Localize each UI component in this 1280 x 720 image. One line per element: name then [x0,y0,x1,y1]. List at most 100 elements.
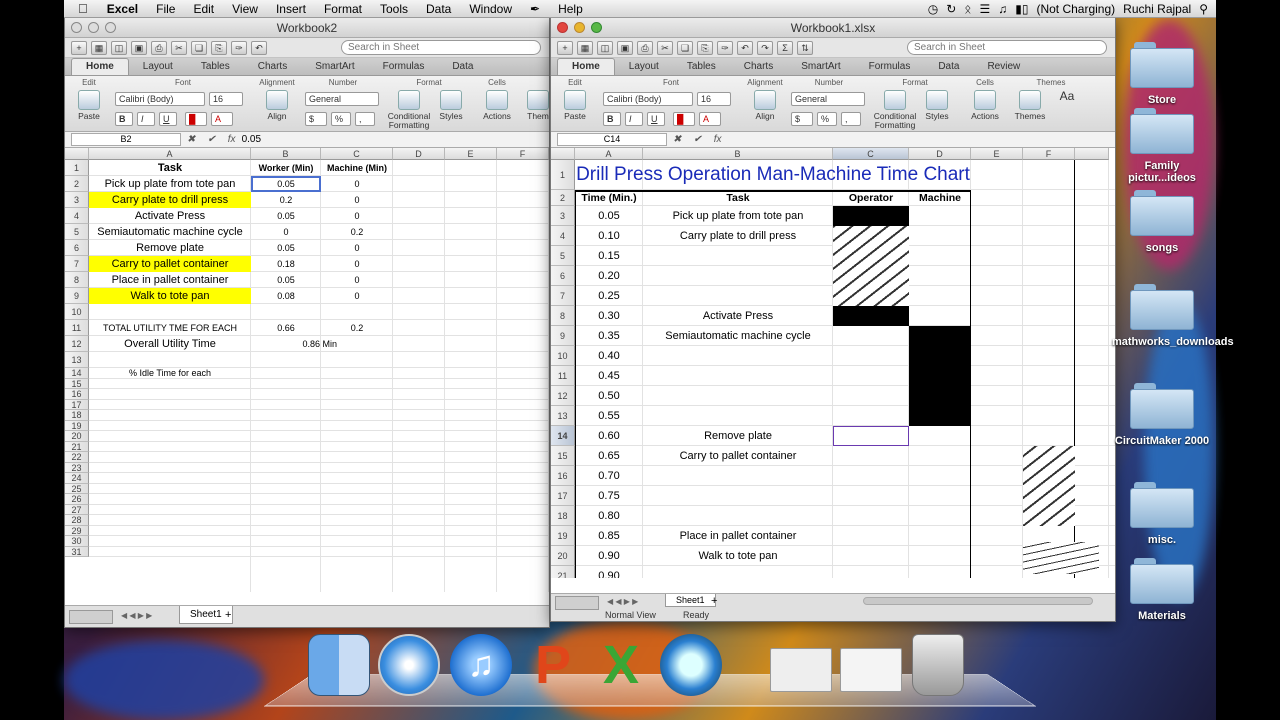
cell-task[interactable]: Remove plate [89,240,251,256]
script-menu-icon[interactable]: ✒ [521,2,549,16]
excel-icon[interactable]: X [590,634,652,696]
cell-total-label[interactable]: TOTAL UTILITY TME FOR EACH [89,320,251,336]
row-header[interactable]: 29 [65,525,89,536]
close-button[interactable] [557,22,568,33]
fx-icon[interactable]: fx [714,134,722,145]
time-cell[interactable]: 0.20 [575,266,643,286]
row-header[interactable]: 20 [65,431,89,442]
time-cell[interactable]: 0.40 [575,346,643,366]
tab-formulas[interactable]: Formulas [369,59,439,75]
column-header[interactable]: C [833,148,909,160]
view-buttons[interactable] [69,610,113,624]
accounting-icon[interactable]: $ [791,112,813,126]
time-cell[interactable]: 0.80 [575,506,643,526]
column-header[interactable]: E [445,148,497,160]
workbook-window-thumbnail[interactable] [770,648,832,692]
row-header[interactable]: 6 [65,240,89,256]
row-header[interactable]: 14 [551,426,575,446]
row-header[interactable]: 7 [65,256,89,272]
time-machine-icon[interactable]: ◷ [928,2,938,16]
task-cell[interactable]: Remove plate [643,426,833,446]
row-header[interactable]: 5 [65,224,89,240]
save-icon[interactable]: ▣ [131,40,147,55]
row-header[interactable]: 26 [65,494,89,505]
row-header[interactable]: 15 [551,446,575,466]
row-header[interactable]: 21 [551,566,575,578]
cell-machine-header[interactable]: Machine (Min) [321,160,393,176]
desktop-folder-icon[interactable] [1130,482,1194,530]
cell-task[interactable]: Place in pallet container [89,272,251,288]
tab-smartart[interactable]: SmartArt [787,59,854,75]
underline-button[interactable]: U [159,112,177,126]
cell-task[interactable]: Pick up plate from tote pan [89,176,251,192]
row-header[interactable]: 19 [551,526,575,546]
row-header[interactable]: 14 [65,368,89,379]
font-size-select[interactable]: 16 [209,92,243,106]
row-header[interactable]: 1 [65,160,89,176]
desktop-folder-icon[interactable] [1130,383,1194,431]
cell-machine-min[interactable]: 0 [321,288,393,304]
desktop-folder-label[interactable]: Materials [1112,610,1212,622]
view-buttons[interactable] [555,596,599,610]
tab-tables[interactable]: Tables [673,59,730,75]
apple-menu-icon[interactable]:  [64,1,98,16]
row-header[interactable]: 9 [551,326,575,346]
autosum-icon[interactable]: Σ [777,40,793,55]
conditional-formatting-button[interactable]: Conditional Formatting [873,90,917,130]
formula-input[interactable]: 0.05 [242,134,261,145]
task-cell[interactable]: Carry plate to drill press [643,226,833,246]
actions-button[interactable]: Actions [967,90,1003,121]
tab-charts[interactable]: Charts [244,59,301,75]
cell-worker-min[interactable]: 0 [251,224,321,240]
tab-formulas[interactable]: Formulas [855,59,925,75]
row-header[interactable]: 19 [65,420,89,431]
sheet-nav-icon[interactable]: ◀ ◀ ▶ ▶ [607,597,638,606]
row-header[interactable]: 4 [551,226,575,246]
column-header[interactable]: D [393,148,445,160]
minimize-button[interactable] [574,22,585,33]
templates-icon[interactable]: ▦ [91,40,107,55]
align-button[interactable]: Align [747,90,783,121]
desktop-folder-icon[interactable] [1130,108,1194,156]
desktop-folder-icon[interactable] [1130,558,1194,606]
column-header[interactable] [1075,148,1109,160]
cell-machine-min[interactable]: 0.2 [321,224,393,240]
time-cell[interactable]: 0.50 [575,386,643,406]
font-name-select[interactable]: Calibri (Body) [115,92,205,106]
time-cell[interactable]: 0.55 [575,406,643,426]
format-painter-icon[interactable]: ✑ [717,40,733,55]
add-sheet-icon[interactable]: + [711,595,717,607]
cell-worker-min[interactable]: 0.08 [251,288,321,304]
row-header[interactable]: 5 [551,246,575,266]
number-format-select[interactable]: General [791,92,865,106]
desktop-folder-label[interactable]: mathworks_downloads [1112,336,1234,348]
time-cell[interactable]: 0.85 [575,526,643,546]
time-cell[interactable]: 0.30 [575,306,643,326]
row-header[interactable]: 8 [551,306,575,326]
cell-worker-header[interactable]: Worker (Min) [251,160,321,176]
row-header[interactable]: 18 [65,410,89,421]
new-icon[interactable]: + [71,40,87,55]
cell-worker-min[interactable]: 0.05 [251,208,321,224]
select-all-corner[interactable] [551,148,575,160]
styles-button[interactable]: Styles [433,90,469,121]
copy-icon[interactable]: ❏ [677,40,693,55]
conditional-formatting-button[interactable]: Conditional Formatting [387,90,431,130]
finder-icon[interactable] [308,634,370,696]
task-cell[interactable]: Walk to tote pan [643,546,833,566]
save-icon[interactable]: ▣ [617,40,633,55]
font-name-select[interactable]: Calibri (Body) [603,92,693,106]
battery-icon[interactable]: ▮▯ [1015,2,1028,16]
menu-help[interactable]: Help [549,2,592,16]
cancel-icon[interactable]: ✖ [187,134,195,145]
undo-icon[interactable]: ↶ [737,40,753,55]
sync-icon[interactable]: ↻ [946,2,956,16]
cut-icon[interactable]: ✂ [657,40,673,55]
print-icon[interactable]: ⎙ [637,40,653,55]
spreadsheet-window-thumbnail[interactable] [840,648,902,692]
row-header[interactable]: 12 [65,336,89,352]
row-header[interactable]: 10 [65,304,89,320]
cell-machine-min[interactable]: 0 [321,272,393,288]
row-header[interactable]: 11 [551,366,575,386]
cell-task[interactable]: Activate Press [89,208,251,224]
